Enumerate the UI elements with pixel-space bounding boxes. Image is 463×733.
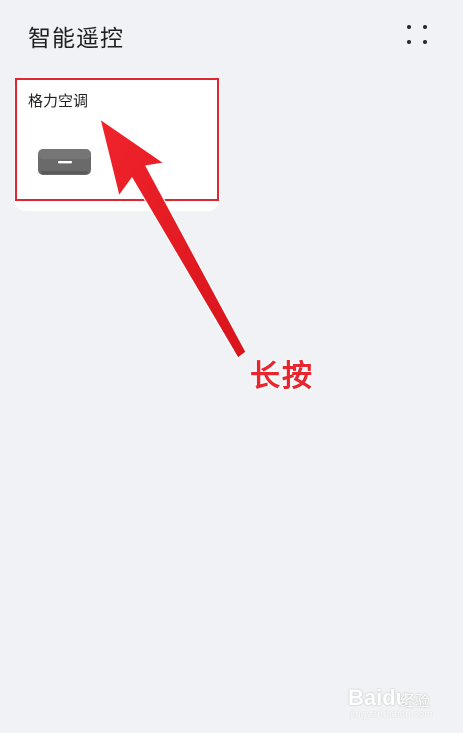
dot xyxy=(407,40,411,44)
watermark-sub: 经验 xyxy=(400,692,431,710)
smart-remote-screen: 智能遥控 格力空调 长按 Baidu 经验 jingyan.baidu.com xyxy=(0,0,463,733)
long-press-label: 长按 xyxy=(250,359,314,394)
grid-dots-icon[interactable] xyxy=(400,18,434,52)
air-conditioner-icon xyxy=(38,149,91,175)
device-card-label: 格力空调 xyxy=(28,92,89,110)
dot xyxy=(423,25,427,29)
header-bar: 智能遥控 xyxy=(0,0,463,72)
device-card-gree-ac[interactable]: 格力空调 xyxy=(14,77,220,211)
watermark-url: jingyan.baidu.com xyxy=(350,710,434,720)
dot xyxy=(407,25,411,29)
dot xyxy=(423,40,427,44)
page-title: 智能遥控 xyxy=(28,26,124,52)
